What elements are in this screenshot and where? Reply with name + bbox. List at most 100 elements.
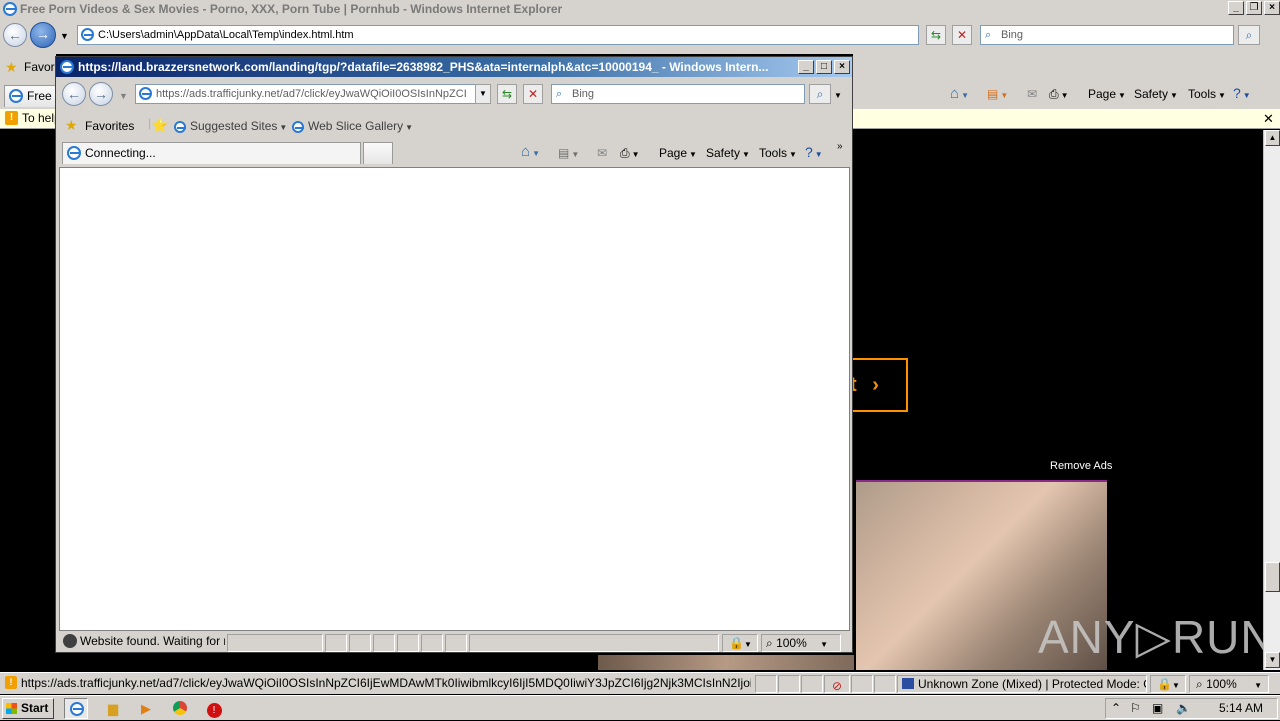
outer-tab-label: Free P: [27, 89, 55, 103]
status-segment: [755, 675, 777, 693]
help-icon[interactable]: ? ▼: [1233, 85, 1251, 104]
zoom-icon: ⌕: [1196, 677, 1203, 691]
remove-ads-link[interactable]: Remove Ads: [1050, 460, 1112, 472]
back-button[interactable]: ←: [3, 23, 27, 47]
popup-safety-menu[interactable]: Safety ▼: [706, 145, 750, 163]
popup-favorites-button[interactable]: Favorites: [85, 118, 134, 134]
feeds-icon[interactable]: ▤ ▼: [987, 86, 1008, 104]
close-button[interactable]: ×: [1264, 1, 1280, 15]
popup-page-label: Page: [659, 146, 688, 160]
popup-page-menu[interactable]: Page ▼: [659, 145, 697, 163]
progress-bar: [227, 634, 323, 652]
web-slice-gallery-menu[interactable]: Web Slice Gallery ▼: [292, 118, 413, 136]
loading-icon: [63, 634, 77, 648]
volume-icon[interactable]: 🔈: [1176, 699, 1191, 718]
scroll-up-button[interactable]: ▲: [1265, 130, 1280, 146]
stop-button[interactable]: ✕: [952, 25, 972, 45]
popup-tools-label: Tools: [759, 146, 788, 160]
print-icon[interactable]: ⎙ ▼: [1049, 86, 1069, 104]
add-favorites-icon[interactable]: ⭐: [151, 117, 168, 133]
popup-stop-button[interactable]: ✕: [523, 84, 543, 104]
popup-tools-menu[interactable]: Tools ▼: [759, 145, 797, 163]
popup-forward-button[interactable]: →: [89, 82, 113, 106]
popup-title-bar: https://land.brazzersnetwork.com/landing…: [56, 57, 852, 77]
popup-tab-ie-icon: [67, 146, 81, 160]
popup-maximize-button[interactable]: □: [816, 60, 832, 74]
protected-mode-icon[interactable]: 🔒▼: [1150, 675, 1186, 693]
popup-status-text: Website found. Waiting for re: [80, 634, 225, 648]
refresh-button[interactable]: ⇆: [926, 25, 946, 45]
outer-status-bar: ! https://ads.trafficjunky.net/ad7/click…: [0, 672, 1280, 694]
outer-search-input[interactable]: ⌕ Bing: [980, 25, 1234, 45]
security-zone[interactable]: Unknown Zone (Mixed) | Protected Mode: O…: [897, 675, 1147, 693]
outer-page-menu[interactable]: Page ▼: [1088, 86, 1126, 104]
home-icon[interactable]: ⌂ ▼: [950, 86, 969, 104]
outer-tab[interactable]: Free P: [4, 85, 56, 107]
popup-feeds-icon[interactable]: ▤ ▼: [558, 145, 579, 163]
popup-refresh-button[interactable]: ⇆: [497, 84, 517, 104]
popup-toolbar-overflow-icon[interactable]: »: [837, 139, 843, 155]
outer-address-bar[interactable]: C:\Users\admin\AppData\Local\Temp\index.…: [77, 25, 919, 45]
popup-address-bar[interactable]: https://ads.trafficjunky.net/ad7/click/e…: [135, 84, 491, 104]
outer-tools-menu[interactable]: Tools ▼: [1188, 86, 1226, 104]
suggested-sites-menu[interactable]: Suggested Sites ▼: [174, 118, 287, 136]
new-tab-button[interactable]: [363, 142, 393, 164]
forward-button[interactable]: →: [30, 22, 56, 48]
taskbar-antivirus-icon[interactable]: !: [202, 698, 226, 719]
popup-blocked-icon[interactable]: ⊘: [824, 675, 850, 693]
taskbar-ie-icon[interactable]: [64, 698, 88, 719]
taskbar-media-player-icon[interactable]: ▶: [134, 698, 158, 719]
scroll-down-button[interactable]: ▼: [1265, 652, 1280, 668]
taskbar: Start ▆ ▶ ! ⌃ ⚐ ▣ 🔈 5:14 AM: [0, 695, 1280, 720]
popup-search-options-icon[interactable]: ▼: [834, 88, 842, 104]
popup-search-input[interactable]: ⌕ Bing: [551, 84, 805, 104]
start-button[interactable]: Start: [2, 698, 54, 719]
popup-recent-pages-icon[interactable]: ▼: [119, 88, 128, 104]
web-slice-icon: [292, 120, 304, 133]
popup-read-mail-icon[interactable]: ✉: [597, 145, 607, 161]
restore-button[interactable]: ❐: [1246, 1, 1262, 15]
clock[interactable]: 5:14 AM: [1219, 699, 1263, 718]
popup-address-dropdown-icon[interactable]: ▼: [475, 84, 491, 104]
popup-search-go-button[interactable]: ⌕: [809, 84, 831, 104]
outer-safety-menu[interactable]: Safety ▼: [1134, 86, 1178, 104]
recent-pages-dropdown-icon[interactable]: ▼: [60, 28, 69, 44]
outer-favorites-bar-right: [853, 54, 1280, 80]
network-icon[interactable]: ▣: [1152, 699, 1163, 718]
taskbar-chrome-icon[interactable]: [168, 698, 192, 719]
status-segment: [325, 634, 347, 652]
action-center-flag-icon[interactable]: ⚐: [1130, 699, 1141, 718]
vertical-scrollbar[interactable]: ▲ ▼: [1263, 130, 1280, 670]
popup-tab-connecting[interactable]: Connecting...: [62, 142, 361, 164]
popup-protected-mode-icon[interactable]: 🔒▼: [722, 634, 758, 652]
search-go-button[interactable]: ⌕: [1238, 25, 1260, 45]
scroll-thumb[interactable]: [1265, 562, 1280, 592]
popup-back-arrow-icon: ←: [67, 86, 81, 102]
popup-home-icon[interactable]: ⌂ ▼: [521, 144, 540, 162]
popup-back-button[interactable]: ←: [62, 82, 86, 106]
status-segment: [445, 634, 467, 652]
minimize-button[interactable]: _: [1228, 1, 1244, 15]
popup-tab-label: Connecting...: [85, 146, 156, 160]
infobar-close-icon[interactable]: ✕: [1263, 109, 1274, 128]
popup-minimize-button[interactable]: _: [798, 60, 814, 74]
popup-status-bar: Website found. Waiting for re 🔒▼ ⌕ 100% …: [59, 632, 850, 652]
zoom-control[interactable]: ⌕ 100% ▼: [1189, 675, 1269, 693]
outer-status-url: https://ads.trafficjunky.net/ad7/click/e…: [21, 676, 751, 690]
popup-help-icon[interactable]: ? ▼: [805, 144, 823, 163]
video-thumbnail-strip[interactable]: [598, 655, 854, 670]
zoom-level: 100%: [1206, 677, 1237, 691]
outer-favorites-button[interactable]: Favori: [24, 59, 57, 75]
tab-ie-icon: [9, 89, 23, 103]
popup-address-text: https://ads.trafficjunky.net/ad7/click/e…: [156, 88, 467, 100]
popup-window: https://land.brazzersnetwork.com/landing…: [55, 56, 853, 653]
show-hidden-icons[interactable]: ⌃: [1111, 699, 1121, 718]
back-arrow-icon: ←: [8, 27, 22, 43]
popup-zoom-control[interactable]: ⌕ 100% ▼: [761, 634, 841, 652]
popup-forward-arrow-icon: →: [94, 86, 108, 102]
popup-print-icon[interactable]: ⎙ ▼: [620, 145, 640, 163]
taskbar-explorer-icon[interactable]: ▆: [101, 698, 125, 719]
status-segment: [874, 675, 896, 693]
popup-close-button[interactable]: ×: [834, 60, 850, 74]
read-mail-icon[interactable]: ✉: [1027, 86, 1037, 102]
